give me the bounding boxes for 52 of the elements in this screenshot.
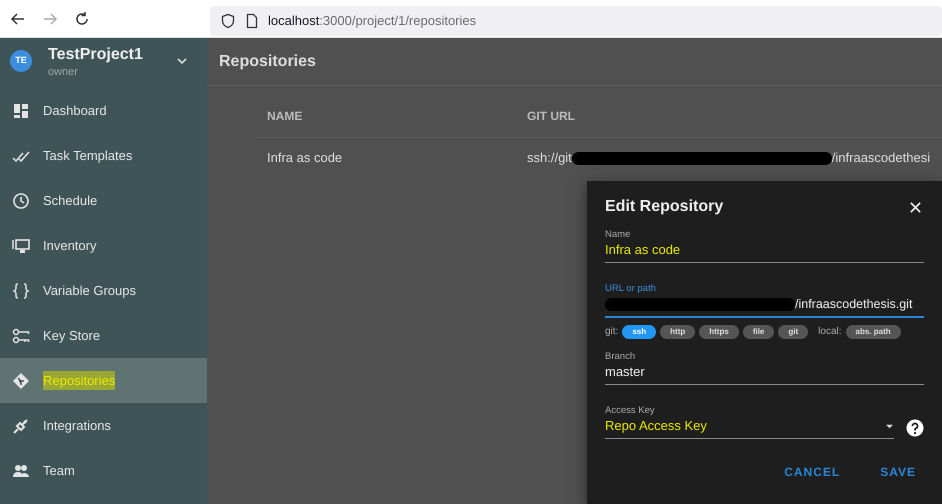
highlighted-text: Repositories — [43, 370, 116, 390]
help-icon[interactable] — [906, 419, 924, 437]
diamond-icon — [12, 372, 30, 390]
save-button[interactable]: SAVE — [872, 461, 924, 483]
page-icon — [244, 12, 260, 28]
sidebar-item[interactable]: Schedule — [0, 178, 207, 223]
protocol-chip[interactable]: abs. path — [846, 324, 901, 338]
input-field[interactable]: Repo Access Key — [605, 417, 894, 439]
back-icon[interactable] — [10, 10, 26, 26]
url-text: /infraascodethesi — [832, 149, 930, 168]
input-field[interactable]: /infraascodethesis.git — [605, 295, 924, 318]
group-label: local: — [818, 325, 842, 339]
close-icon[interactable] — [909, 200, 922, 214]
monitor-icon — [12, 236, 30, 254]
protocol-chip[interactable]: git — [778, 324, 808, 338]
avatar: TE — [10, 50, 32, 72]
address-bar[interactable]: localhost:3000/project/1/repositories — [210, 6, 942, 36]
column-header: NAME — [266, 108, 304, 125]
project-name[interactable]: TestProject1 — [48, 46, 159, 64]
dashboard-icon — [12, 102, 30, 120]
page-title: Repositories — [207, 38, 942, 86]
reload-icon[interactable] — [74, 10, 90, 26]
input-field[interactable]: master — [605, 363, 924, 385]
group-label: git: — [605, 325, 618, 339]
url-text: localhost:3000/project/1/repositories — [268, 12, 476, 30]
table-cell-text: Infra as code — [266, 149, 344, 168]
column-header: GIT URL — [527, 108, 575, 125]
sidebar-item[interactable]: Team — [0, 448, 207, 493]
sidebar-item[interactable]: Dashboard — [0, 88, 207, 133]
url-text: ssh://git — [527, 149, 572, 168]
key-icon — [12, 326, 30, 344]
field-label: Branch — [605, 351, 636, 363]
caret-icon[interactable] — [885, 422, 894, 430]
braces-icon — [12, 282, 30, 300]
sidebar-item[interactable]: Inventory — [0, 223, 207, 268]
cancel-button[interactable]: CANCEL — [776, 461, 848, 483]
sidebar-item[interactable]: Task Templates — [0, 133, 207, 178]
field-label: Name — [605, 229, 632, 241]
sidebar-item[interactable]: Variable Groups — [0, 268, 207, 313]
field-label: URL or path — [605, 283, 657, 295]
clock-icon — [12, 192, 30, 210]
protocol-chip[interactable]: file — [742, 324, 774, 338]
field-label: Access Key — [605, 405, 656, 417]
dialog-title: Edit Repository — [605, 197, 724, 217]
sidebar-item[interactable]: Integrations — [0, 403, 207, 448]
protocol-chip[interactable]: http — [660, 324, 696, 338]
protocol-chip[interactable]: https — [699, 324, 739, 338]
plug-icon — [12, 416, 30, 434]
input-field[interactable]: Infra as code — [605, 241, 924, 263]
sidebar-item[interactable]: Key Store — [0, 313, 207, 358]
shield-icon — [220, 12, 236, 28]
project-role: owner — [48, 65, 79, 80]
